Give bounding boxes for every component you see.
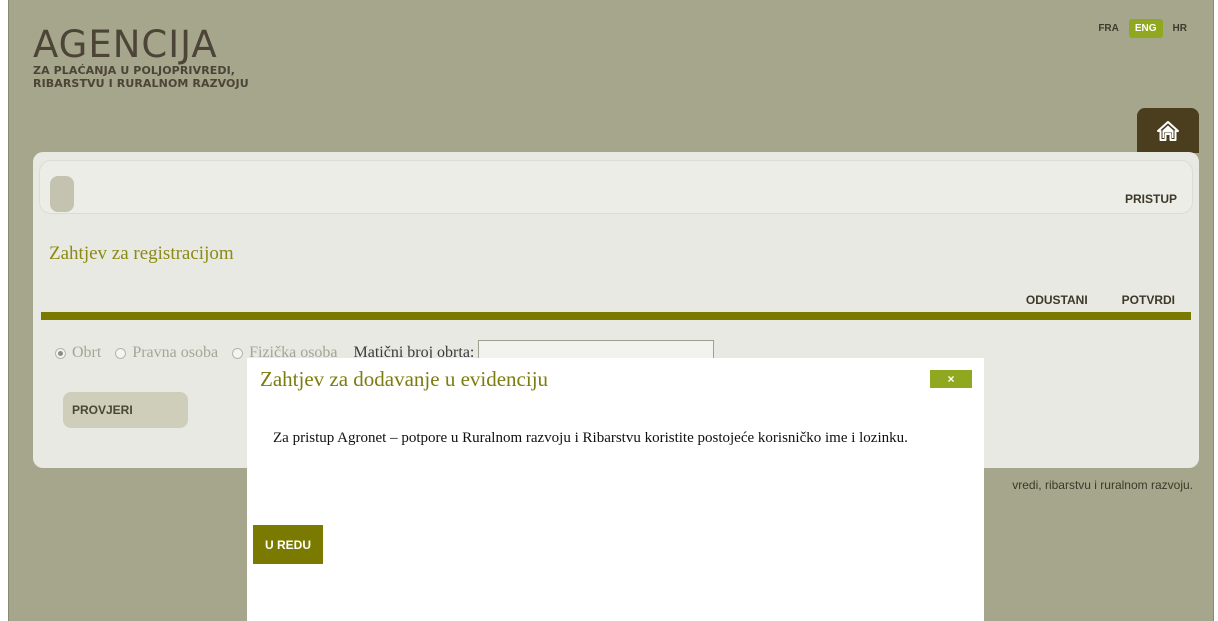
logo-subtitle-line2: RIBARSTVU I RURALNOM RAZVOJU [33,77,249,90]
lang-fra-link[interactable]: FRA [1092,19,1125,38]
odustani-link[interactable]: ODUSTANI [1026,293,1088,307]
radio-obrt-indicator[interactable] [55,347,66,359]
radio-pravna-osoba[interactable]: Pravna osoba [115,344,218,362]
page-heading: Zahtjev za registracijom [49,243,234,264]
lang-hr-link[interactable]: HR [1167,19,1193,38]
radio-fizicka-osoba-indicator[interactable] [232,347,244,359]
radio-obrt[interactable]: Obrt [55,344,101,362]
close-icon: × [947,372,955,386]
lang-eng-link[interactable]: ENG [1128,19,1163,38]
action-links: ODUSTANI POTVRDI [1026,293,1175,307]
radio-pravna-osoba-indicator[interactable] [115,347,127,359]
radio-pravna-osoba-label: Pravna osoba [132,344,219,361]
nav-pristup-link[interactable]: PRISTUP [1125,192,1177,206]
section-divider [41,312,1191,320]
potvrdi-link[interactable]: POTVRDI [1122,293,1175,307]
nav-bar-cap [50,176,74,212]
logo-subtitle-line1: ZA PLAĆANJA U POLJOPRIVREDI, [33,64,236,77]
language-switcher: FRA ENG HR [1092,19,1193,38]
home-button[interactable] [1137,108,1199,153]
agency-logo[interactable]: AGENCIJA ZA PLAĆANJA U POLJOPRIVREDI, RI… [33,23,249,91]
provjeri-button[interactable]: PROVJERI [63,392,188,428]
app-frame: AGENCIJA ZA PLAĆANJA U POLJOPRIVREDI, RI… [8,0,1214,621]
modal-title: Zahtjev za dodavanje u evidenciju [260,367,549,391]
nav-bar: PRISTUP [39,160,1193,214]
evidencija-modal: Zahtjev za dodavanje u evidenciju × Za p… [247,358,984,621]
footer-text: vredi, ribarstvu i ruralnom razvoju. [1012,478,1193,492]
radio-obrt-label: Obrt [72,344,102,361]
modal-close-button[interactable]: × [930,370,972,388]
home-icon [1157,120,1179,141]
logo-title: AGENCIJA [33,23,218,66]
modal-message: Za pristup Agronet – potpore u Ruralnom … [273,430,908,446]
u-redu-button[interactable]: U REDU [253,525,323,564]
